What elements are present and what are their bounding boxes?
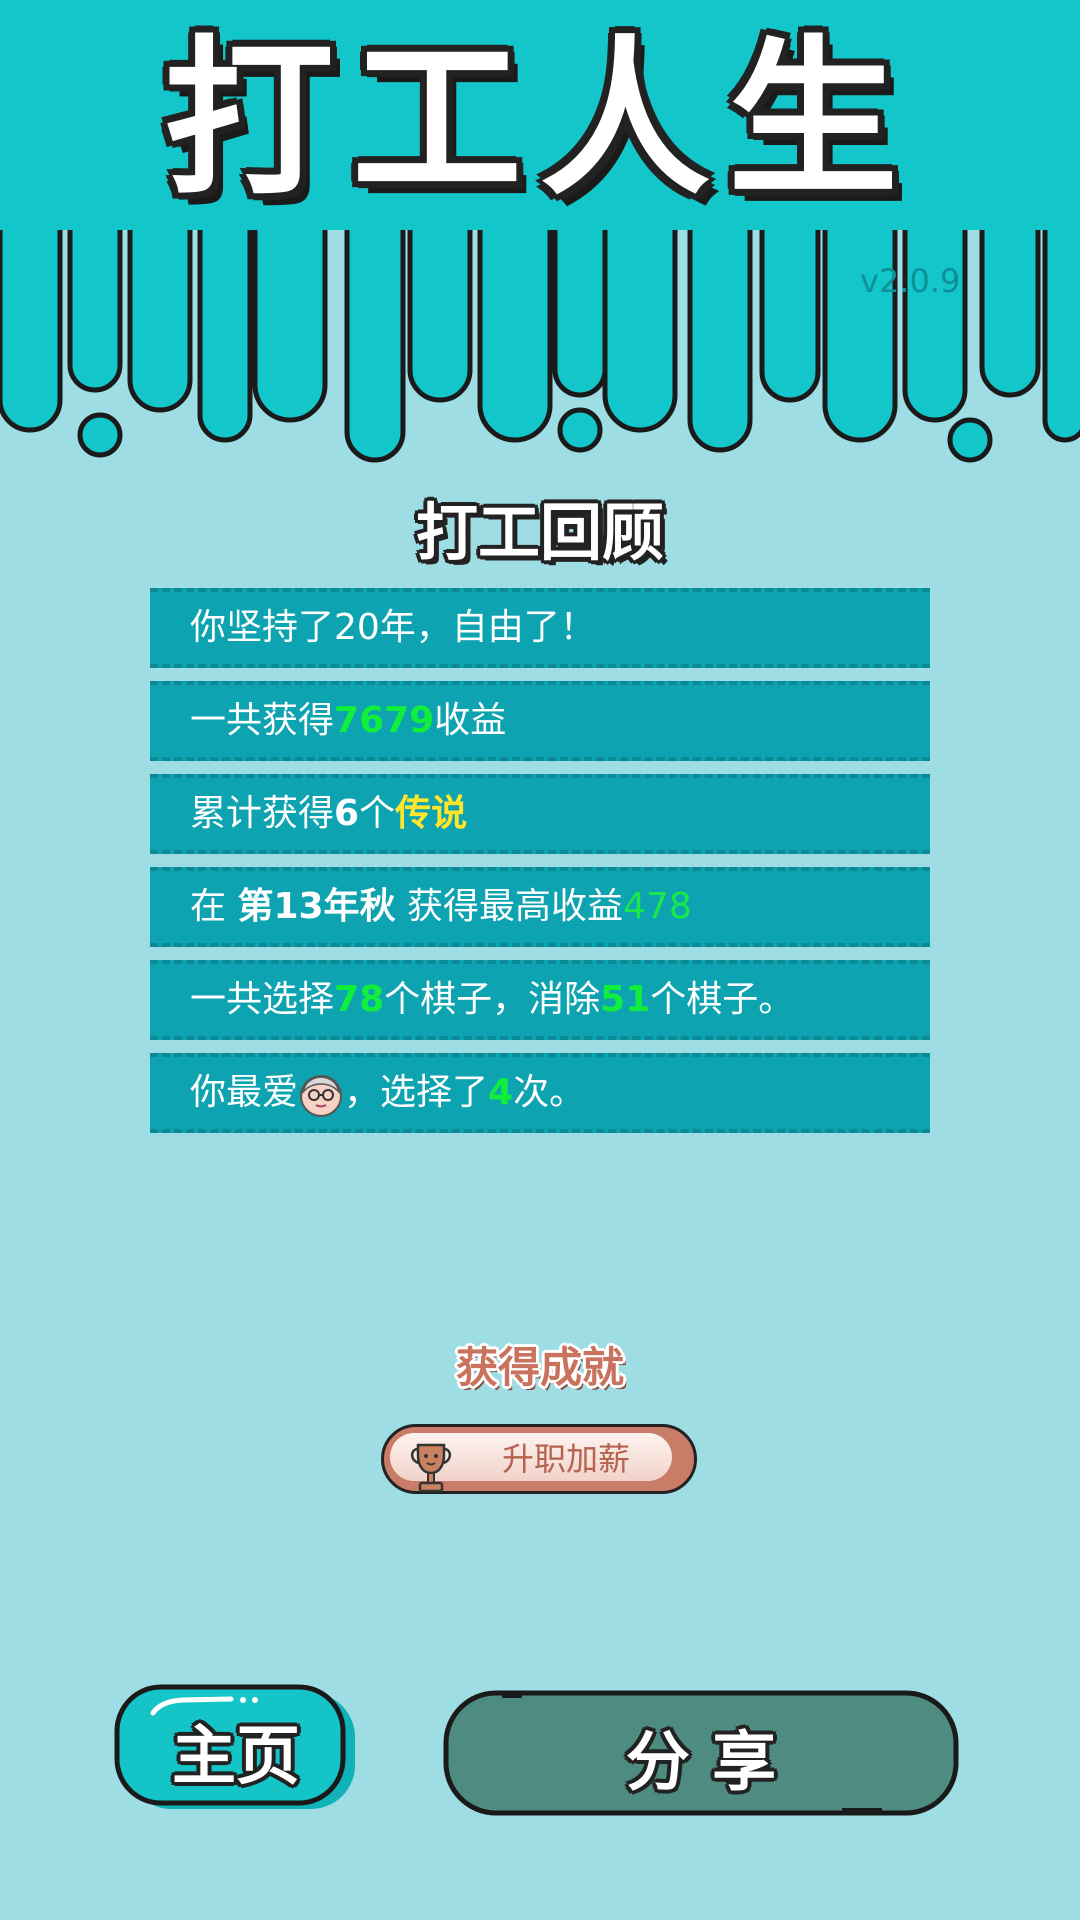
header-drip bbox=[127, 197, 193, 413]
summary-row: 累计获得6个传说 bbox=[150, 774, 930, 854]
summary-text: 获得最高收益 bbox=[395, 886, 624, 927]
header-drop-dot bbox=[557, 407, 603, 453]
header-drip bbox=[477, 197, 553, 443]
summary-text: ，选择了 bbox=[344, 1072, 489, 1113]
summary-row: 一共选择78个棋子，消除51个棋子。 bbox=[150, 960, 930, 1040]
achievement-badge[interactable]: 升职加薪 bbox=[381, 1424, 697, 1494]
app-title: 打工人生 bbox=[163, 21, 916, 219]
home-button[interactable]: 主页 bbox=[113, 1683, 359, 1813]
summary-text: 一共获得 bbox=[190, 700, 335, 741]
header-drip bbox=[252, 197, 328, 423]
version-label: v2.0.9 bbox=[860, 262, 961, 300]
summary-text: 次。 bbox=[513, 1072, 586, 1113]
home-button-label: 主页 bbox=[172, 1720, 300, 1794]
summary-row: 你坚持了20年，自由了！ bbox=[150, 588, 930, 668]
summary-highlight: 传说 bbox=[395, 793, 468, 834]
game-over-screen: 打工人生 v2.0.9 打工回顾 你坚持了20年，自由了！ 一共获得7679收益累… bbox=[0, 0, 1080, 1920]
share-button[interactable]: 分 享 bbox=[442, 1689, 960, 1817]
summary-text: 个 bbox=[359, 793, 396, 834]
old-man-avatar-icon bbox=[298, 1071, 344, 1117]
header-drip bbox=[687, 197, 753, 453]
header-drip bbox=[902, 197, 968, 423]
summary-row: 一共获得7679收益 bbox=[150, 681, 930, 761]
summary-text: 在 bbox=[190, 886, 238, 927]
header-drip bbox=[602, 197, 678, 433]
summary-text: 收益 bbox=[434, 700, 507, 741]
header-drop-dot bbox=[77, 412, 123, 458]
trophy-icon bbox=[410, 1443, 452, 1493]
summary-highlight: 7679 bbox=[334, 700, 435, 741]
header-drip bbox=[0, 197, 63, 433]
header-drip bbox=[1042, 197, 1080, 443]
summary-highlight: 6 bbox=[334, 793, 360, 834]
summary-text: 累计获得 bbox=[190, 793, 335, 834]
review-title: 打工回顾 bbox=[415, 496, 664, 569]
header-drip bbox=[197, 197, 253, 443]
summary-text: 个棋子，消除 bbox=[384, 979, 601, 1020]
summary-highlight: 第13年秋 bbox=[237, 886, 396, 927]
share-button-label: 分 享 bbox=[625, 1726, 777, 1800]
achievement-badge-label: 升职加薪 bbox=[501, 1440, 630, 1478]
summary-row: 你最爱 ，选择了4次。 bbox=[150, 1053, 930, 1133]
summary-row: 在 第13年秋 获得最高收益478 bbox=[150, 867, 930, 947]
summary-highlight: 478 bbox=[623, 886, 692, 927]
summary-highlight: 78 bbox=[334, 979, 385, 1020]
achievement-badge-inner: 升职加薪 bbox=[390, 1433, 672, 1493]
header-drop-dot bbox=[947, 417, 993, 463]
summary-highlight: 4 bbox=[488, 1072, 514, 1113]
summary-text: 一共选择 bbox=[190, 979, 335, 1020]
header-drip bbox=[822, 197, 898, 443]
summary-highlight: 51 bbox=[600, 979, 651, 1020]
summary-text: 你坚持了20年，自由了！ bbox=[190, 607, 596, 648]
achievement-title: 获得成就 bbox=[455, 1343, 624, 1392]
summary-text: 个棋子。 bbox=[650, 979, 795, 1020]
summary-text: 你最爱 bbox=[190, 1072, 299, 1113]
header-drip bbox=[344, 197, 406, 463]
